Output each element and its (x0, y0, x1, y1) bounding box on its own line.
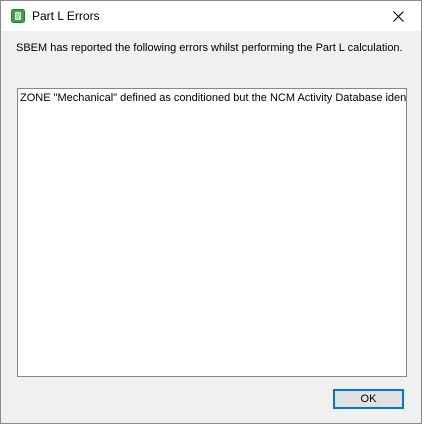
list-item[interactable]: ZONE "Mechanical" defined as conditioned… (20, 92, 406, 104)
ok-button[interactable]: OK (333, 389, 404, 409)
close-icon (392, 10, 404, 22)
title-bar: Part L Errors (1, 1, 421, 31)
window-title: Part L Errors (32, 9, 100, 23)
close-button[interactable] (375, 1, 421, 31)
error-summary-message: SBEM has reported the following errors w… (16, 42, 403, 54)
part-l-errors-dialog: Part L Errors SBEM has reported the foll… (0, 0, 422, 424)
sbem-app-icon (11, 9, 25, 23)
errors-list[interactable]: ZONE "Mechanical" defined as conditioned… (17, 88, 407, 377)
